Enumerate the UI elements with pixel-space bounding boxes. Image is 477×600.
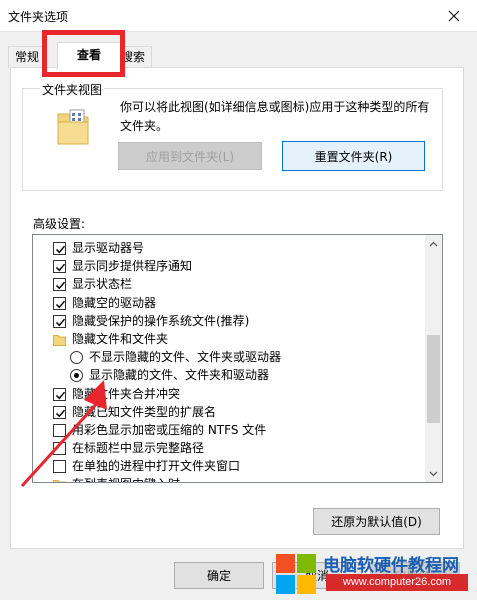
folder-views-legend: 文件夹视图 xyxy=(40,81,105,98)
window-title: 文件夹选项 xyxy=(8,10,69,24)
setting-radio[interactable] xyxy=(70,369,83,383)
setting-checkbox[interactable] xyxy=(53,296,66,310)
chevron-down-icon xyxy=(429,471,438,476)
setting-checkbox[interactable] xyxy=(53,314,66,328)
setting-row[interactable]: 显示驱动器号 xyxy=(33,239,426,257)
setting-label: 隐藏已知文件类型的扩展名 xyxy=(72,404,217,419)
folder-view-icon xyxy=(57,109,89,145)
title-bar: 文件夹选项 xyxy=(0,0,477,32)
setting-row[interactable]: 显示同步提供程序通知 xyxy=(33,257,426,275)
setting-row[interactable]: 显示隐藏的文件、文件夹和驱动器 xyxy=(33,366,426,384)
checkmark-icon xyxy=(55,318,66,327)
tab-search-label: 搜索 xyxy=(121,50,146,64)
close-icon xyxy=(448,10,460,22)
scroll-up-button[interactable] xyxy=(425,235,442,252)
setting-label: 显示同步提供程序通知 xyxy=(72,259,193,274)
advanced-settings-scrollbar[interactable] xyxy=(425,235,442,482)
advanced-settings-items: 显示驱动器号显示同步提供程序通知 显示状态栏隐藏空的驱动器隐藏受保护的操作系统文件… xyxy=(33,239,426,482)
checkmark-icon xyxy=(55,300,66,308)
checkmark-icon xyxy=(55,282,66,290)
setting-row[interactable]: 隐藏空的驱动器 xyxy=(33,294,426,312)
checkmark-icon xyxy=(55,245,66,254)
folder-views-description: 你可以将此视图(如详细信息或图标)应用于这种类型的所有文件夹。 xyxy=(120,100,430,133)
watermark-title: 电脑软硬件教程网 xyxy=(323,556,459,576)
watermark: 电脑软硬件教程网 www.computer26.com xyxy=(272,548,477,600)
setting-label: 在列表视图中键入时 xyxy=(72,475,180,482)
ok-button[interactable]: 确定 xyxy=(174,562,264,589)
setting-checkbox[interactable] xyxy=(53,260,66,274)
setting-row[interactable]: 在标题栏中显示完整路径 xyxy=(33,439,426,457)
setting-group-folder xyxy=(53,333,66,346)
folder-icon xyxy=(53,334,66,346)
watermark-url: www.computer26.com xyxy=(326,574,468,591)
tab-general[interactable]: 常规 xyxy=(8,46,47,68)
checkmark-icon xyxy=(55,263,66,272)
restore-defaults-button[interactable]: 还原为默认值(D) xyxy=(313,508,440,535)
close-button[interactable] xyxy=(431,0,477,32)
tab-view-label: 查看 xyxy=(76,48,101,62)
setting-row[interactable]: 不显示隐藏的文件、文件夹或驱动器 xyxy=(33,348,426,366)
setting-row[interactable]: 隐藏已知文件类型的扩展名 xyxy=(33,403,426,421)
setting-row[interactable]: 显示状态栏 xyxy=(33,275,426,293)
setting-group-folder xyxy=(53,478,66,482)
tab-view[interactable]: 查看 xyxy=(57,42,121,70)
radio-dot-icon xyxy=(74,373,79,379)
setting-row[interactable]: 隐藏受保护的操作系统文件(推荐) xyxy=(33,312,426,330)
setting-checkbox[interactable] xyxy=(53,387,66,401)
setting-row: 在列表视图中键入时 xyxy=(33,475,426,482)
setting-label: 显示驱动器号 xyxy=(72,241,145,255)
setting-row[interactable]: 在单独的进程中打开文件夹窗口 xyxy=(33,457,426,475)
setting-label: 隐藏文件和文件夹 xyxy=(72,331,169,346)
setting-row: 隐藏文件和文件夹 xyxy=(33,330,426,348)
setting-label: 显示隐藏的文件、文件夹和驱动器 xyxy=(89,368,270,383)
setting-checkbox[interactable] xyxy=(53,423,66,437)
setting-label: 在标题栏中显示完整路径 xyxy=(72,441,205,456)
setting-label: 在单独的进程中打开文件夹窗口 xyxy=(72,459,241,474)
chevron-up-icon xyxy=(429,241,438,246)
tab-strip: 常规 搜索 查看 xyxy=(8,42,448,70)
setting-label: 隐藏文件夹合并冲突 xyxy=(72,386,181,401)
setting-checkbox[interactable] xyxy=(53,278,66,292)
setting-label: 用彩色显示加密或压缩的 NTFS 文件 xyxy=(72,422,267,437)
checkmark-icon xyxy=(55,409,66,418)
apply-to-folders-button[interactable]: 应用到文件夹(L) xyxy=(118,142,262,170)
setting-radio[interactable] xyxy=(70,351,83,365)
scroll-down-button[interactable] xyxy=(425,465,442,482)
setting-label: 不显示隐藏的文件、文件夹或驱动器 xyxy=(89,350,282,365)
advanced-settings-label: 高级设置: xyxy=(33,217,86,231)
checkmark-icon xyxy=(55,391,66,399)
scroll-thumb[interactable] xyxy=(427,335,440,423)
reset-folders-button[interactable]: 重置文件夹(R) xyxy=(282,141,425,171)
setting-row[interactable]: 用彩色显示加密或压缩的 NTFS 文件 xyxy=(33,421,426,439)
setting-checkbox[interactable] xyxy=(53,442,66,456)
setting-checkbox[interactable] xyxy=(53,242,66,255)
setting-row[interactable]: 隐藏文件夹合并冲突 xyxy=(33,385,426,403)
advanced-settings-list[interactable]: 显示驱动器号显示同步提供程序通知 显示状态栏隐藏空的驱动器隐藏受保护的操作系统文件… xyxy=(32,234,443,483)
folder-icon xyxy=(53,480,66,482)
setting-checkbox[interactable] xyxy=(53,405,66,419)
windows-logo-icon xyxy=(276,554,316,594)
setting-checkbox[interactable] xyxy=(53,460,66,474)
setting-label: 显示状态栏 xyxy=(72,277,133,292)
setting-label: 隐藏空的驱动器 xyxy=(72,295,157,310)
setting-label: 隐藏受保护的操作系统文件(推荐) xyxy=(72,313,250,328)
tab-general-label: 常规 xyxy=(15,50,40,64)
